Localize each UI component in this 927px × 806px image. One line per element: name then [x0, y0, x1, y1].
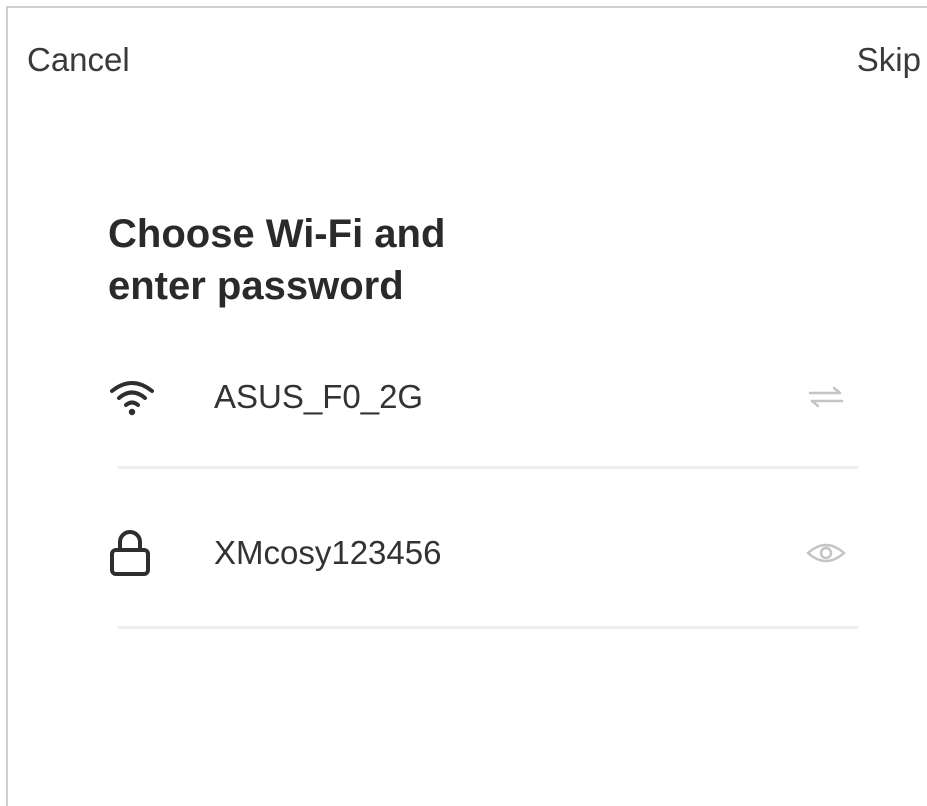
wifi-icon: [108, 367, 168, 427]
password-row-divider: [118, 626, 858, 629]
wifi-ssid-field[interactable]: ASUS_F0_2G: [214, 377, 423, 417]
password-field[interactable]: XMcosy123456: [214, 533, 441, 573]
wifi-row-divider: [118, 466, 858, 469]
page-title: Choose Wi-Fi and enter password: [108, 208, 588, 312]
password-row[interactable]: XMcosy123456: [108, 518, 858, 588]
lock-icon: [108, 523, 168, 583]
page-title-line-1: Choose Wi-Fi and: [108, 212, 446, 256]
switch-network-icon[interactable]: [804, 377, 848, 417]
cancel-button[interactable]: Cancel: [27, 40, 130, 80]
skip-button[interactable]: Skip: [857, 40, 921, 80]
page-title-line-2: enter password: [108, 264, 404, 308]
eye-icon[interactable]: [804, 533, 848, 573]
wifi-network-row[interactable]: ASUS_F0_2G: [108, 362, 858, 432]
